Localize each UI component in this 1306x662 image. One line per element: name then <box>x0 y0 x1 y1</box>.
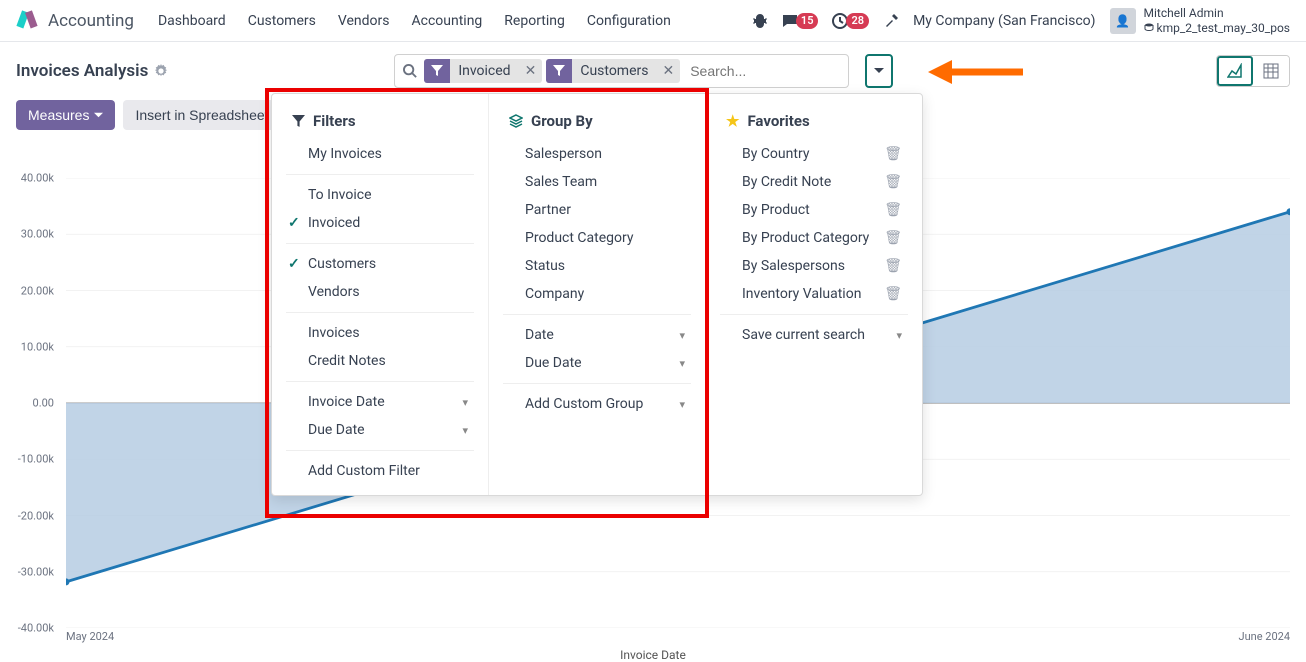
add-custom-group[interactable]: Add Custom Group▾ <box>489 390 705 418</box>
trash-icon[interactable]: 🗑 <box>884 202 902 218</box>
breadcrumb: Invoices Analysis <box>16 61 168 81</box>
favorite-by-credit-note[interactable]: By Credit Note🗑 <box>706 168 922 196</box>
insert-spreadsheet-button[interactable]: Insert in Spreadsheet <box>123 100 280 130</box>
add-custom-filter[interactable]: Add Custom Filter <box>272 457 488 485</box>
favorite-by-country[interactable]: By Country🗑 <box>706 140 922 168</box>
debug-icon[interactable] <box>752 13 768 29</box>
filter-icon <box>546 59 572 83</box>
search-options-panel: Filters My Invoices To Invoice Invoiced … <box>271 93 923 496</box>
filter-icon <box>292 115 305 128</box>
trash-icon[interactable]: 🗑 <box>884 174 902 190</box>
search-icon <box>403 64 418 79</box>
database-icon <box>1144 23 1154 33</box>
favorite-by-salespersons[interactable]: By Salespersons🗑 <box>706 252 922 280</box>
nav-customers[interactable]: Customers <box>248 13 316 29</box>
favorites-column: ★Favorites By Country🗑 By Credit Note🗑 B… <box>706 94 922 495</box>
page-title: Invoices Analysis <box>16 61 148 81</box>
favorite-inventory-valuation[interactable]: Inventory Valuation🗑 <box>706 280 922 308</box>
nav-reporting[interactable]: Reporting <box>504 13 565 29</box>
filter-icon <box>424 59 450 83</box>
caret-down-icon: ▾ <box>462 424 468 437</box>
trash-icon[interactable]: 🗑 <box>884 146 902 162</box>
groupby-salesperson[interactable]: Salesperson <box>489 140 705 168</box>
app-name[interactable]: Accounting <box>48 11 134 31</box>
caret-down-icon: ▾ <box>679 398 685 411</box>
groupby-due-date[interactable]: Due Date▾ <box>489 349 705 377</box>
nav-menu: Dashboard Customers Vendors Accounting R… <box>158 13 752 29</box>
control-panel: Invoices Analysis Invoiced ✕ Customers ✕ <box>0 42 1306 100</box>
nav-right: 15 28 My Company (San Francisco) 👤 Mitch… <box>752 6 1290 35</box>
filter-my-invoices[interactable]: My Invoices <box>272 140 488 168</box>
groupby-status[interactable]: Status <box>489 252 705 280</box>
star-icon: ★ <box>726 112 739 130</box>
x-axis: May 2024 June 2024 <box>66 630 1290 643</box>
user-name: Mitchell Admin <box>1144 6 1290 20</box>
groupby-partner[interactable]: Partner <box>489 196 705 224</box>
measures-button[interactable]: Measures <box>16 100 115 130</box>
activities-icon[interactable]: 28 <box>832 13 869 29</box>
facet-label: Invoiced <box>450 63 518 79</box>
layers-icon <box>509 114 523 128</box>
search-box[interactable]: Invoiced ✕ Customers ✕ <box>394 54 849 88</box>
filter-credit-notes[interactable]: Credit Notes <box>272 347 488 375</box>
trash-icon[interactable]: 🗑 <box>884 230 902 246</box>
facet-remove[interactable]: ✕ <box>519 63 543 79</box>
view-switcher <box>1216 55 1290 87</box>
nav-dashboard[interactable]: Dashboard <box>158 13 226 29</box>
caret-down-icon: ▾ <box>679 357 685 370</box>
gear-icon[interactable] <box>154 64 168 78</box>
tools-icon[interactable] <box>883 13 899 29</box>
nav-accounting[interactable]: Accounting <box>411 13 482 29</box>
favorites-header: ★Favorites <box>706 104 922 140</box>
groupby-header: Group By <box>489 104 705 140</box>
groupby-sales-team[interactable]: Sales Team <box>489 168 705 196</box>
caret-down-icon: ▾ <box>679 329 685 342</box>
facet-customers: Customers ✕ <box>546 59 680 83</box>
groupby-date[interactable]: Date▾ <box>489 321 705 349</box>
caret-down-icon: ▾ <box>896 329 902 342</box>
activities-badge: 28 <box>846 13 869 29</box>
nav-vendors[interactable]: Vendors <box>338 13 390 29</box>
nav-configuration[interactable]: Configuration <box>587 13 671 29</box>
filters-column: Filters My Invoices To Invoice Invoiced … <box>272 94 489 495</box>
filter-invoice-date[interactable]: Invoice Date▾ <box>272 388 488 416</box>
caret-down-icon: ▾ <box>462 396 468 409</box>
groupby-company[interactable]: Company <box>489 280 705 308</box>
save-current-search[interactable]: Save current search▾ <box>706 321 922 349</box>
filter-vendors[interactable]: Vendors <box>272 278 488 306</box>
facet-label: Customers <box>572 63 656 79</box>
groupby-column: Group By Salesperson Sales Team Partner … <box>489 94 706 495</box>
graph-view-button[interactable] <box>1217 56 1253 86</box>
navbar: Accounting Dashboard Customers Vendors A… <box>0 0 1306 42</box>
y-axis: 40.00k 30.00k 20.00k 10.00k 0.00 -10.00k… <box>10 178 60 628</box>
x-tick-start: May 2024 <box>66 630 114 643</box>
favorite-by-product[interactable]: By Product🗑 <box>706 196 922 224</box>
company-switcher[interactable]: My Company (San Francisco) <box>913 13 1095 29</box>
pivot-view-button[interactable] <box>1253 56 1289 86</box>
user-menu[interactable]: 👤 Mitchell Admin kmp_2_test_may_30_pos <box>1110 6 1290 35</box>
messages-badge: 15 <box>796 13 819 29</box>
groupby-product-category[interactable]: Product Category <box>489 224 705 252</box>
search-input[interactable] <box>684 63 844 79</box>
facet-invoiced: Invoiced ✕ <box>424 59 542 83</box>
trash-icon[interactable]: 🗑 <box>884 258 902 274</box>
filter-to-invoice[interactable]: To Invoice <box>272 181 488 209</box>
filter-customers[interactable]: Customers <box>272 250 488 278</box>
caret-down-icon <box>874 66 884 76</box>
search-options-toggle[interactable] <box>865 54 893 88</box>
filters-header: Filters <box>272 104 488 140</box>
db-name: kmp_2_test_may_30_pos <box>1157 21 1290 35</box>
facet-remove[interactable]: ✕ <box>656 63 680 79</box>
caret-down-icon <box>94 111 103 120</box>
trash-icon[interactable]: 🗑 <box>884 286 902 302</box>
filter-due-date[interactable]: Due Date▾ <box>272 416 488 444</box>
x-tick-end: June 2024 <box>1239 630 1291 643</box>
app-logo[interactable] <box>16 10 38 32</box>
favorite-by-product-category[interactable]: By Product Category🗑 <box>706 224 922 252</box>
messages-icon[interactable]: 15 <box>782 13 819 29</box>
filter-invoiced[interactable]: Invoiced <box>272 209 488 237</box>
avatar: 👤 <box>1110 8 1136 34</box>
filter-invoices[interactable]: Invoices <box>272 319 488 347</box>
